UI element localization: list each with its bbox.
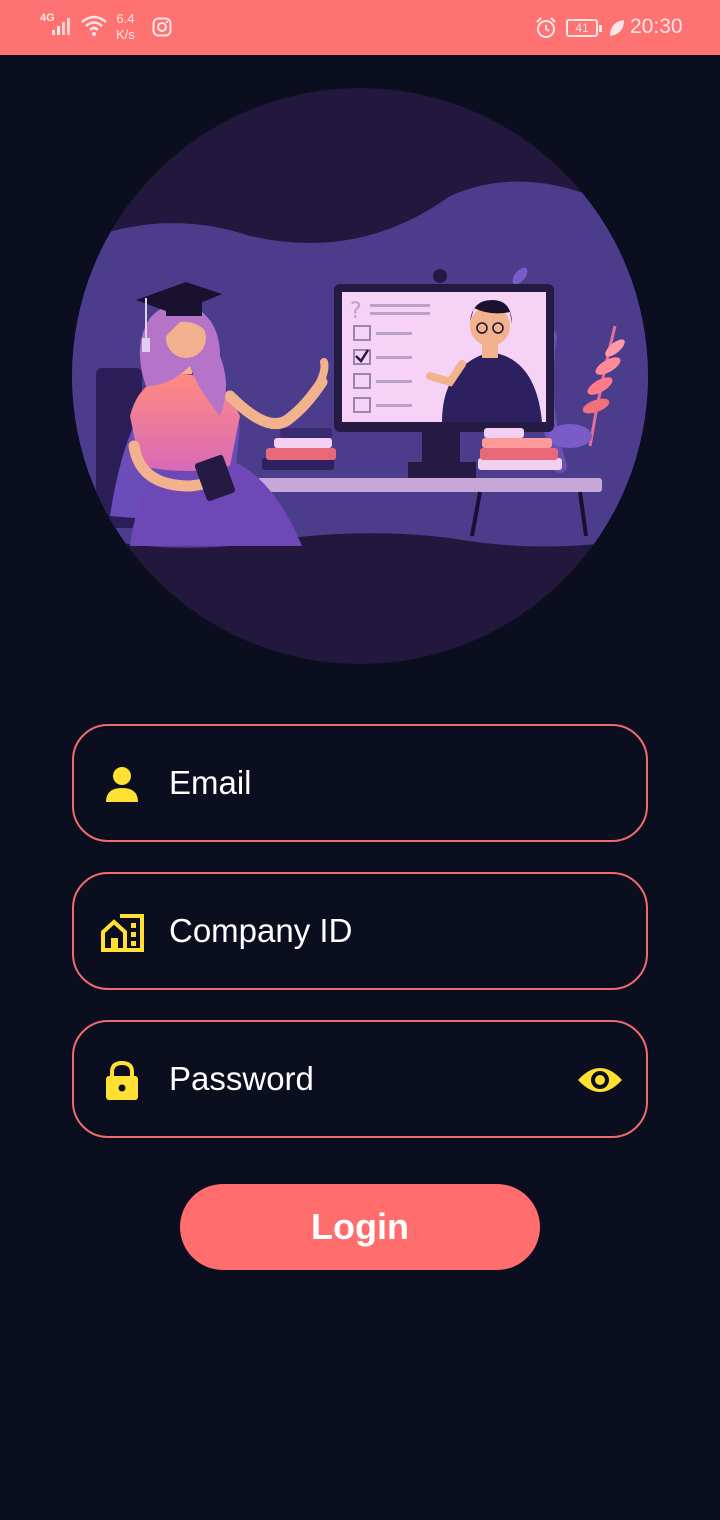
leaf-icon	[610, 20, 624, 36]
instagram-icon	[152, 17, 172, 37]
building-icon	[101, 914, 144, 952]
alarm-icon	[536, 17, 556, 38]
clock: 20:30	[630, 15, 683, 38]
network-speed: 6.4 K/s	[116, 11, 135, 43]
password-placeholder: Password	[169, 1060, 314, 1097]
status-bar: 4G 6.4 K/s 41 20:30	[0, 0, 720, 55]
svg-text:?: ?	[350, 299, 362, 324]
login-button[interactable]: Login	[180, 1184, 540, 1270]
speed-value: 6.4	[116, 11, 135, 26]
company-id-field[interactable]: Company ID	[72, 872, 648, 990]
signal-icon	[52, 18, 70, 35]
online-learning-illustration: ?	[72, 88, 648, 664]
speed-unit: K/s	[116, 27, 135, 42]
company-id-placeholder: Company ID	[169, 912, 353, 949]
eye-icon[interactable]	[576, 1062, 624, 1098]
wifi-icon	[81, 15, 107, 36]
battery-icon: 41	[566, 19, 602, 37]
email-field[interactable]: Email	[72, 724, 648, 842]
person-icon	[106, 767, 138, 802]
password-field[interactable]: Password	[72, 1020, 648, 1138]
email-placeholder: Email	[169, 764, 252, 801]
lock-icon	[106, 1060, 138, 1100]
desk	[240, 478, 602, 492]
